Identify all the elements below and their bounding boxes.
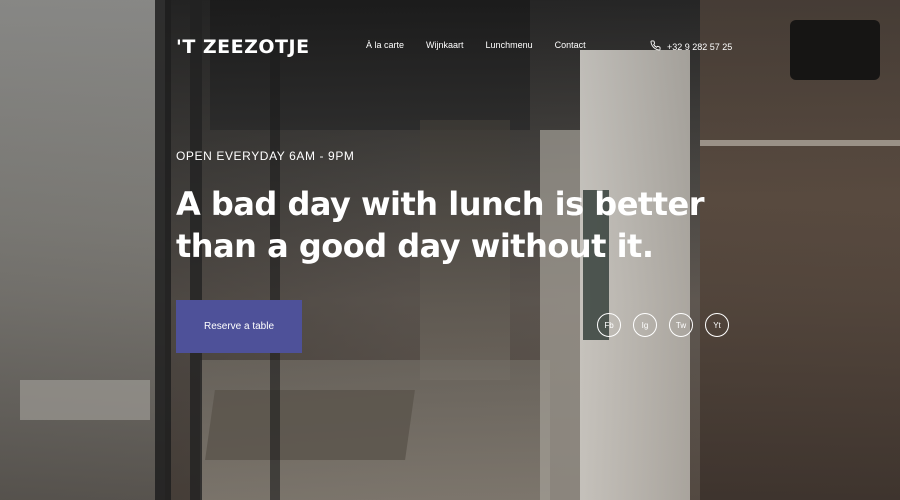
nav-item-contact[interactable]: Contact [555,40,586,50]
hero-headline: A bad day with lunch is better than a go… [176,185,704,265]
nav-item-lunchmenu[interactable]: Lunchmenu [486,40,533,50]
instagram-icon[interactable]: Ig [633,313,657,337]
opening-hours: OPEN EVERYDAY 6AM - 9PM [176,149,355,163]
nav-item-a-la-carte[interactable]: À la carte [366,40,404,50]
background-photo-table-left [20,380,150,420]
hero-section: 'T ZEEZOTJE À la carte Wijnkaart Lunchme… [0,0,900,500]
background-photo-window [0,0,165,500]
background-photo-shelf [700,140,900,146]
background-photo-table [205,390,415,460]
reserve-table-button[interactable]: Reserve a table [176,300,302,353]
background-photo-frame [155,0,171,500]
social-links: Fb Ig Tw Yt [597,313,729,337]
phone-number: +32 9 282 57 25 [667,41,733,52]
nav-item-wijnkaart[interactable]: Wijnkaart [426,40,464,50]
phone-link[interactable]: +32 9 282 57 25 [650,40,732,53]
site-logo[interactable]: 'T ZEEZOTJE [176,36,310,58]
phone-icon [650,40,661,53]
background-photo-ceiling [210,0,530,130]
facebook-icon[interactable]: Fb [597,313,621,337]
youtube-icon[interactable]: Yt [705,313,729,337]
background-photo-speaker [790,20,880,80]
twitter-icon[interactable]: Tw [669,313,693,337]
main-nav: À la carte Wijnkaart Lunchmenu Contact [366,40,586,50]
